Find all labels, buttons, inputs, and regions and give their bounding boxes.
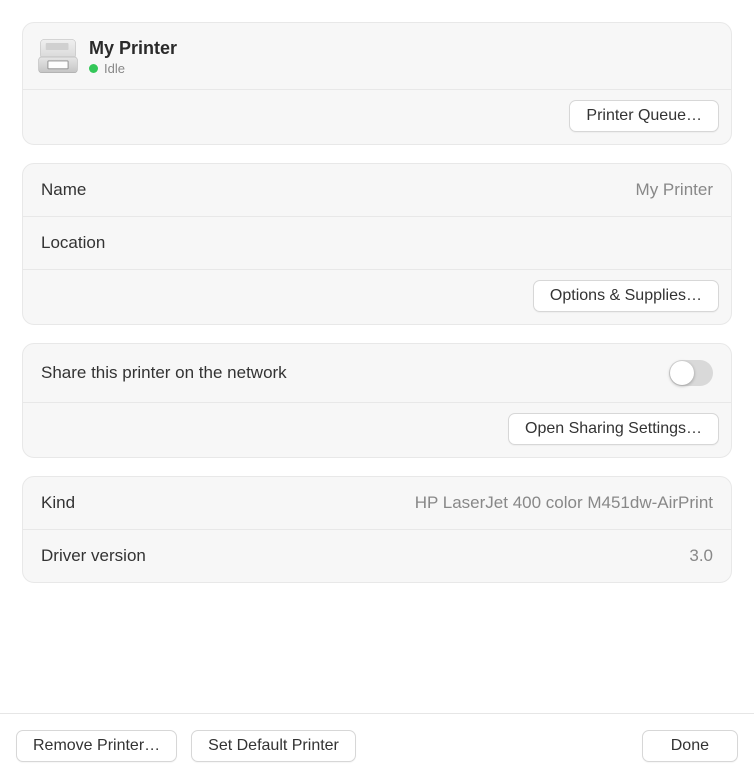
printer-header-row: My Printer Idle (23, 23, 731, 90)
status-indicator-dot (89, 64, 98, 73)
location-label: Location (41, 233, 105, 253)
driver-label: Driver version (41, 546, 146, 566)
driver-value: 3.0 (689, 546, 713, 566)
location-row[interactable]: Location (23, 217, 731, 270)
info-panel: Kind HP LaserJet 400 color M451dw-AirPri… (22, 476, 732, 583)
name-value: My Printer (636, 180, 713, 200)
driver-row: Driver version 3.0 (23, 530, 731, 582)
share-label: Share this printer on the network (41, 363, 287, 383)
printer-details-panel: Name My Printer Location Options & Suppl… (22, 163, 732, 325)
footer: Remove Printer… Set Default Printer Done (0, 713, 754, 780)
printer-queue-button[interactable]: Printer Queue… (569, 100, 719, 132)
options-supplies-button[interactable]: Options & Supplies… (533, 280, 719, 312)
open-sharing-settings-button[interactable]: Open Sharing Settings… (508, 413, 719, 445)
set-default-printer-button[interactable]: Set Default Printer (191, 730, 356, 762)
printer-icon (37, 37, 79, 77)
share-toggle[interactable] (669, 360, 713, 386)
kind-value: HP LaserJet 400 color M451dw-AirPrint (415, 493, 713, 513)
kind-label: Kind (41, 493, 75, 513)
printer-header-panel: My Printer Idle Printer Queue… (22, 22, 732, 145)
sharing-panel: Share this printer on the network Open S… (22, 343, 732, 458)
toggle-knob (670, 361, 694, 385)
printer-name: My Printer (89, 38, 177, 59)
done-button[interactable]: Done (642, 730, 738, 762)
name-row[interactable]: Name My Printer (23, 164, 731, 217)
share-row: Share this printer on the network (23, 344, 731, 403)
name-label: Name (41, 180, 86, 200)
remove-printer-button[interactable]: Remove Printer… (16, 730, 177, 762)
kind-row: Kind HP LaserJet 400 color M451dw-AirPri… (23, 477, 731, 530)
printer-status: Idle (104, 61, 125, 76)
